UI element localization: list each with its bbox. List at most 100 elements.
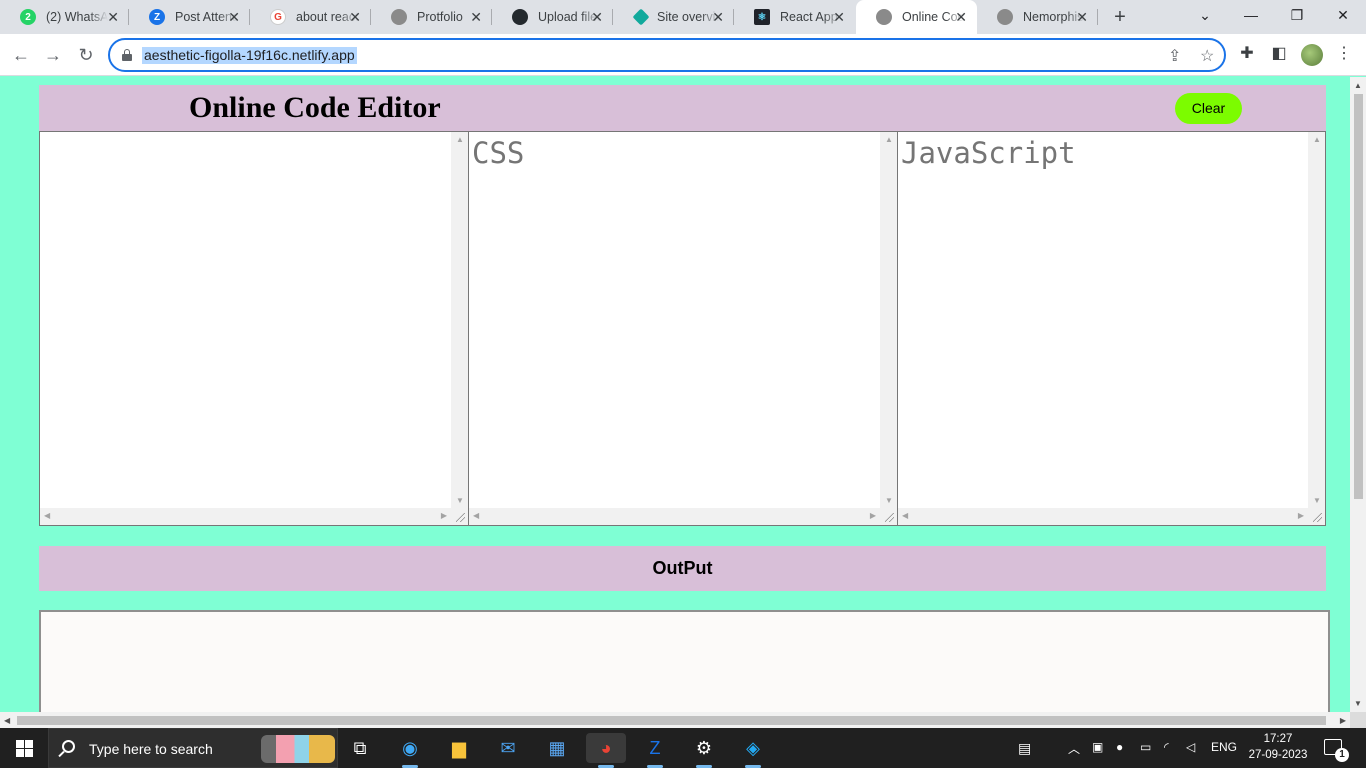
taskbar-clock[interactable]: 17:27 27-09-2023 xyxy=(1240,731,1316,763)
resize-grip-icon[interactable] xyxy=(451,508,468,525)
clock-date: 27-09-2023 xyxy=(1248,749,1308,761)
bookmark-star-icon[interactable]: ☆ xyxy=(1200,46,1214,66)
mail-icon[interactable]: ✉ xyxy=(488,733,528,763)
output-heading: OutPut xyxy=(39,546,1326,591)
page-vertical-scroll-thumb[interactable] xyxy=(1354,94,1363,499)
tab-online-code-editor[interactable]: Online Code Editor ✕ xyxy=(856,0,977,34)
clear-button[interactable]: Clear xyxy=(1175,93,1242,124)
react-icon: ⚛ xyxy=(754,9,770,25)
lock-icon[interactable] xyxy=(122,49,132,61)
tab-search-chevron-icon[interactable]: ⌄ xyxy=(1182,0,1228,30)
editor-header: Online Code Editor Clear xyxy=(39,85,1326,131)
tab-whatsapp[interactable]: 2 (2) WhatsApp ✕ xyxy=(0,0,129,34)
page-vertical-scrollbar[interactable]: ▲ ▼ xyxy=(1350,77,1366,712)
close-tab-icon[interactable]: ✕ xyxy=(712,9,724,25)
globe-icon xyxy=(876,9,892,25)
task-view-icon[interactable]: ⧉ xyxy=(340,733,380,763)
close-tab-icon[interactable]: ✕ xyxy=(349,9,361,25)
editor-vertical-scrollbar[interactable]: ▲ ▼ xyxy=(880,132,897,508)
tab-about-react[interactable]: G about react ✕ xyxy=(250,0,371,34)
editor-vertical-scrollbar[interactable]: ▲ ▼ xyxy=(451,132,468,508)
page-horizontal-scrollbar[interactable]: ◀ ▶ xyxy=(0,712,1350,728)
tab-title: (2) WhatsApp xyxy=(46,10,108,24)
css-editor[interactable]: CSS ▲ ▼ ◀ ▶ xyxy=(468,131,898,526)
output-frame[interactable] xyxy=(39,610,1330,712)
html-editor[interactable]: ▲ ▼ ◀ ▶ xyxy=(39,131,469,526)
close-window-button[interactable]: ✕ xyxy=(1320,0,1366,30)
zoho-taskbar-icon[interactable]: Z xyxy=(635,733,675,768)
camera-icon[interactable]: ▣ xyxy=(1092,740,1103,754)
tab-site-overview[interactable]: Site overview ✕ xyxy=(613,0,734,34)
url-text[interactable]: aesthetic-figolla-19f16c.netlify.app xyxy=(142,47,357,64)
tab-strip: 2 (2) WhatsApp ✕ Z Post Attendance ✕ G a… xyxy=(0,0,1366,34)
windows-taskbar: Type here to search ⧉ ◉ ▆ ✉ ▦ ◕ Z ⚙ ◈ ▤ … xyxy=(0,728,1366,768)
editor-vertical-scrollbar[interactable]: ▲ ▼ xyxy=(1308,132,1325,508)
clock-time: 17:27 xyxy=(1263,733,1293,745)
close-tab-icon[interactable]: ✕ xyxy=(107,9,119,25)
search-icon xyxy=(62,740,75,753)
zoho-icon: Z xyxy=(149,9,165,25)
battery-icon[interactable]: ▭ xyxy=(1140,740,1151,754)
forward-arrow-icon[interactable]: → xyxy=(41,43,65,67)
store-icon[interactable]: ▦ xyxy=(537,733,577,763)
close-tab-icon[interactable]: ✕ xyxy=(591,9,603,25)
netlify-icon xyxy=(632,8,650,26)
extensions-puzzle-icon[interactable]: ✚ xyxy=(1237,44,1257,64)
whatsapp-icon: 2 xyxy=(20,9,36,25)
taskbar-search-placeholder: Type here to search xyxy=(89,741,213,757)
side-panel-icon[interactable]: ◧ xyxy=(1269,44,1289,64)
css-editor-placeholder: CSS xyxy=(472,136,525,170)
minimize-button[interactable]: — xyxy=(1228,0,1274,30)
file-explorer-icon[interactable]: ▆ xyxy=(439,733,479,763)
search-highlight-image[interactable] xyxy=(261,735,335,763)
globe-icon xyxy=(997,9,1013,25)
settings-gear-icon[interactable]: ⚙ xyxy=(684,733,724,768)
close-tab-icon[interactable]: ✕ xyxy=(1076,9,1088,25)
close-tab-icon[interactable]: ✕ xyxy=(470,9,482,25)
editor-horizontal-scrollbar[interactable]: ◀ ▶ xyxy=(40,508,451,525)
chrome-icon[interactable]: ◕ xyxy=(586,733,626,768)
browser-toolbar: ← → ↻ aesthetic-figolla-19f16c.netlify.a… xyxy=(0,34,1366,76)
new-tab-button[interactable]: + xyxy=(1108,5,1132,29)
tab-protfolio[interactable]: Protfolio ✕ xyxy=(371,0,492,34)
close-tab-icon[interactable]: ✕ xyxy=(955,9,967,25)
github-icon xyxy=(512,9,528,25)
maximize-button[interactable]: ❐ xyxy=(1274,0,1320,30)
reload-icon[interactable]: ↻ xyxy=(74,43,98,67)
globe-icon xyxy=(391,9,407,25)
resize-grip-icon[interactable] xyxy=(1308,508,1325,525)
wifi-icon[interactable]: ◜ xyxy=(1164,740,1169,754)
tab-upload-files[interactable]: Upload files ✕ xyxy=(492,0,613,34)
editor-horizontal-scrollbar[interactable]: ◀ ▶ xyxy=(469,508,880,525)
taskbar-search-box[interactable]: Type here to search xyxy=(48,728,338,768)
close-tab-icon[interactable]: ✕ xyxy=(833,9,845,25)
js-editor[interactable]: JavaScript ▲ ▼ ◀ ▶ xyxy=(897,131,1326,526)
page-title: Online Code Editor xyxy=(189,91,441,124)
close-tab-icon[interactable]: ✕ xyxy=(228,9,240,25)
chevron-up-icon[interactable]: ︿ xyxy=(1068,740,1080,757)
address-bar[interactable]: aesthetic-figolla-19f16c.netlify.app ⇪ ☆ xyxy=(108,38,1226,72)
back-arrow-icon[interactable]: ← xyxy=(9,43,33,67)
page-horizontal-scroll-thumb[interactable] xyxy=(17,716,1326,725)
resize-grip-icon[interactable] xyxy=(880,508,897,525)
tab-title: Site overview xyxy=(657,10,719,24)
language-indicator[interactable]: ENG xyxy=(1211,740,1237,754)
more-menu-icon[interactable]: ⋮ xyxy=(1334,44,1354,64)
profile-avatar[interactable] xyxy=(1301,44,1323,66)
volume-icon[interactable]: ◁ xyxy=(1186,740,1195,754)
page-viewport: Online Code Editor Clear ▲ ▼ ◀ ▶ CSS ▲ ▼ ◀ ▶… xyxy=(0,77,1350,712)
tab-react-app[interactable]: ⚛ React App ✕ xyxy=(734,0,855,34)
tab-nemorphism[interactable]: Nemorphism ✕ xyxy=(977,0,1098,34)
notification-count-badge: 1 xyxy=(1335,748,1349,762)
scrollbar-corner xyxy=(1350,712,1366,728)
news-widget-icon[interactable]: ▤ xyxy=(1018,740,1031,757)
tab-post-attendance[interactable]: Z Post Attendance ✕ xyxy=(129,0,250,34)
vscode-icon[interactable]: ◈ xyxy=(733,733,773,768)
microphone-icon[interactable]: ● xyxy=(1116,740,1123,754)
edge-icon[interactable]: ◉ xyxy=(390,733,430,768)
windows-start-icon[interactable] xyxy=(16,740,33,757)
editor-horizontal-scrollbar[interactable]: ◀ ▶ xyxy=(898,508,1308,525)
google-icon: G xyxy=(270,9,286,25)
share-icon[interactable]: ⇪ xyxy=(1168,46,1181,66)
js-editor-placeholder: JavaScript xyxy=(901,136,1076,170)
